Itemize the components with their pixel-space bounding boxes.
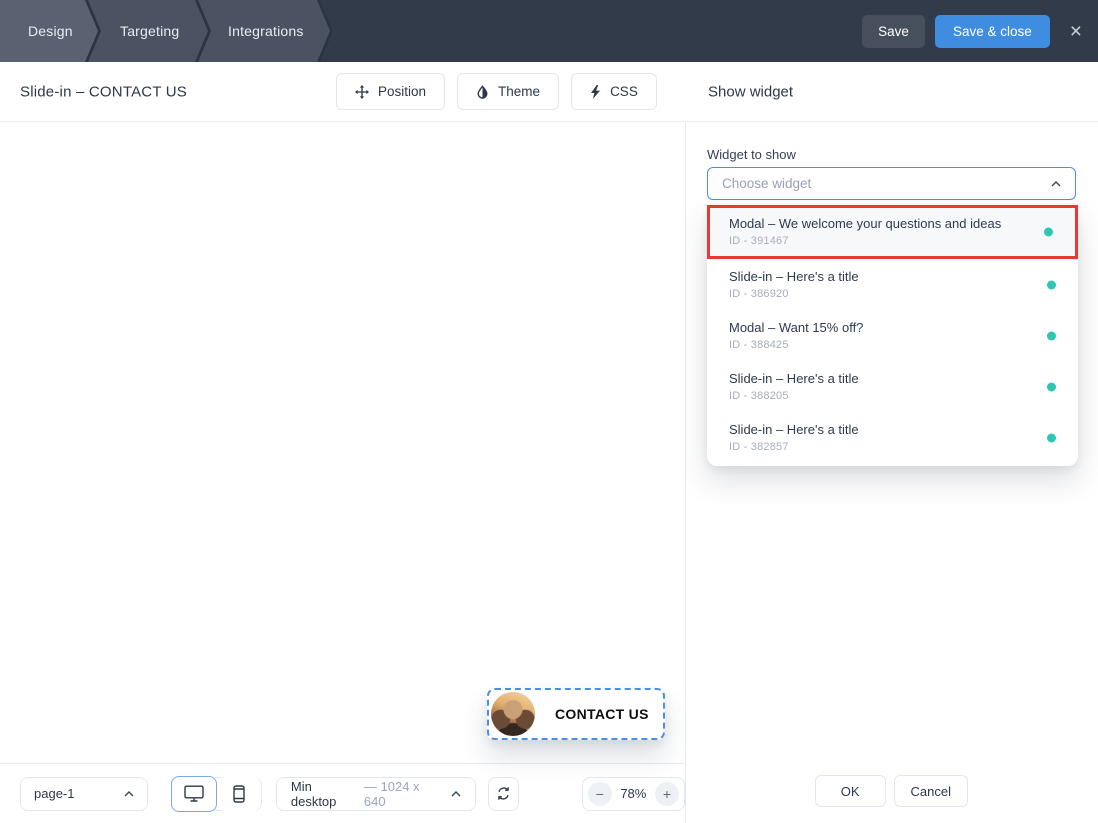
contact-us-widget-preview[interactable]: CONTACT US — [487, 688, 665, 740]
avatar — [491, 692, 535, 736]
page-select[interactable]: page-1 — [20, 777, 148, 811]
canvas-column: CONTACT US page-1 — [0, 122, 686, 823]
widget-option-id: ID - 388205 — [729, 389, 1032, 403]
tab-design-label: Design — [28, 23, 73, 39]
active-status-dot — [1047, 433, 1056, 442]
page-select-value: page-1 — [34, 786, 74, 801]
zoom-level: 78% — [620, 786, 646, 801]
widget-option-title: Slide-in – Here's a title — [729, 422, 1032, 438]
widget-option-title: Modal – We welcome your questions and id… — [729, 216, 1029, 232]
cancel-button[interactable]: Cancel — [894, 775, 968, 807]
widget-option-4[interactable]: Slide-in – Here's a title ID - 388205 — [707, 361, 1078, 412]
panel-actions: OK Cancel — [815, 775, 968, 807]
zoom-control: − 78% + — [582, 777, 685, 811]
widget-option-id: ID - 386920 — [729, 287, 1032, 301]
zoom-out-button[interactable]: − — [588, 782, 612, 806]
viewport-label: Min desktop — [291, 779, 357, 809]
show-widget-panel: Widget to show Choose widget Modal – We … — [686, 122, 1098, 823]
tab-targeting[interactable]: Targeting — [85, 0, 208, 62]
theme-droplet-icon — [476, 85, 489, 99]
chevron-up-icon — [124, 791, 134, 797]
chevron-up-icon — [1051, 181, 1061, 187]
active-status-dot — [1047, 331, 1056, 340]
contact-us-label: CONTACT US — [555, 706, 649, 722]
widget-option-id: ID - 382857 — [729, 440, 1032, 454]
active-status-dot — [1047, 382, 1056, 391]
css-button-label: CSS — [610, 84, 638, 99]
css-button[interactable]: CSS — [571, 73, 657, 110]
widget-option-title: Modal – Want 15% off? — [729, 320, 1032, 336]
step-tabs: Design Targeting Integrations — [0, 0, 400, 62]
device-toggle-group — [171, 777, 262, 811]
close-icon[interactable]: × — [1070, 21, 1082, 42]
widget-option-title: Slide-in – Here's a title — [729, 269, 1032, 285]
widget-option-id: ID - 388425 — [729, 338, 1032, 352]
choose-widget-placeholder: Choose widget — [722, 176, 811, 191]
position-button-label: Position — [378, 84, 426, 99]
widget-title: Slide-in – CONTACT US — [20, 83, 187, 100]
rotate-orientation-button[interactable] — [488, 777, 519, 811]
lightning-bolt-icon — [590, 85, 601, 99]
theme-button[interactable]: Theme — [457, 73, 559, 110]
widget-option-3[interactable]: Modal – Want 15% off? ID - 388425 — [707, 310, 1078, 361]
preview-canvas: CONTACT US — [0, 122, 685, 763]
widget-dropdown-list: Modal – We welcome your questions and id… — [707, 205, 1078, 466]
active-status-dot — [1044, 228, 1053, 237]
topbar-actions: Save Save & close × — [862, 0, 1082, 62]
theme-button-label: Theme — [498, 84, 540, 99]
viewport-size-select[interactable]: Min desktop — 1024 x 640 — [276, 777, 476, 811]
save-button[interactable]: Save — [862, 15, 925, 48]
editor-header: Slide-in – CONTACT US Position Theme CSS… — [0, 62, 1098, 122]
save-and-close-button[interactable]: Save & close — [935, 15, 1050, 48]
page-body: CONTACT US page-1 — [0, 122, 1098, 823]
canvas-footer-toolbar: page-1 Min desktop — [0, 763, 685, 823]
ok-button[interactable]: OK — [815, 775, 886, 807]
widget-option-5[interactable]: Slide-in – Here's a title ID - 382857 — [707, 412, 1078, 463]
widget-option-title: Slide-in – Here's a title — [729, 371, 1032, 387]
header-actions: Position Theme CSS — [336, 73, 657, 110]
widget-option-2[interactable]: Slide-in – Here's a title ID - 386920 — [707, 259, 1078, 310]
position-button[interactable]: Position — [336, 73, 445, 110]
move-icon — [355, 85, 369, 99]
zoom-in-button[interactable]: + — [655, 782, 679, 806]
panel-title: Show widget — [708, 83, 793, 100]
smartphone-icon — [233, 785, 245, 803]
monitor-icon — [184, 785, 204, 802]
chevron-up-icon — [451, 791, 461, 797]
viewport-size-value: — 1024 x 640 — [364, 779, 440, 809]
widget-option-1[interactable]: Modal – We welcome your questions and id… — [707, 205, 1078, 259]
tab-targeting-label: Targeting — [120, 23, 179, 39]
top-bar: Design Targeting Integrations Save Save … — [0, 0, 1098, 62]
choose-widget-select[interactable]: Choose widget — [707, 167, 1076, 200]
rotate-icon — [496, 786, 511, 801]
active-status-dot — [1047, 280, 1056, 289]
tab-integrations[interactable]: Integrations — [195, 0, 330, 62]
widget-to-show-label: Widget to show — [707, 147, 796, 162]
tab-integrations-label: Integrations — [228, 23, 304, 39]
widget-option-id: ID - 391467 — [729, 234, 1029, 248]
desktop-view-button[interactable] — [171, 776, 217, 812]
tab-design[interactable]: Design — [0, 0, 98, 62]
mobile-view-button[interactable] — [217, 777, 261, 811]
